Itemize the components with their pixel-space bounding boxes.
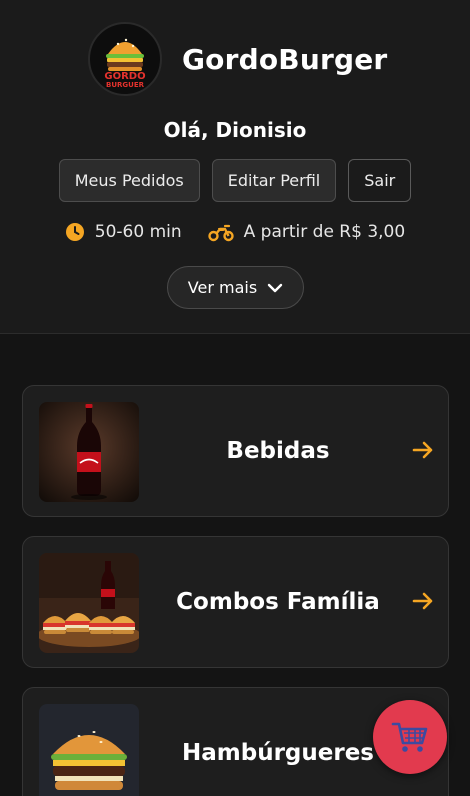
cart-button[interactable] — [373, 700, 447, 774]
shopping-cart-icon — [391, 722, 428, 752]
delivery-fee-text: A partir de R$ 3,00 — [243, 222, 406, 242]
arrow-right-icon — [412, 592, 433, 610]
category-label: Hambúrgueres — [182, 740, 374, 766]
my-orders-button[interactable]: Meus Pedidos — [58, 159, 200, 202]
category-label: Bebidas — [226, 438, 330, 464]
store-name: GordoBurger — [182, 42, 388, 76]
see-more-button[interactable]: Ver mais — [167, 266, 304, 309]
arrow-right-icon — [412, 441, 433, 459]
account-actions: Meus Pedidos Editar Perfil Sair — [0, 159, 470, 202]
delivery-fee: A partir de R$ 3,00 — [207, 222, 406, 242]
burger-image — [39, 704, 139, 796]
delivery-time: 50-60 min — [65, 222, 182, 242]
store-header: GORDO BURGUER GordoBurger Olá, Dionisio … — [0, 0, 470, 334]
delivery-info: 50-60 min A partir de R$ 3,00 — [0, 222, 470, 242]
see-more-label: Ver mais — [187, 278, 258, 297]
family-combo-image — [39, 553, 139, 653]
soda-bottle-image — [39, 402, 139, 502]
logo-text-burguer: BURGUER — [105, 81, 144, 89]
category-card-combos-familia[interactable]: Combos Família — [22, 536, 449, 668]
chevron-down-icon — [267, 283, 283, 292]
delivery-time-text: 50-60 min — [94, 222, 182, 242]
logout-button[interactable]: Sair — [348, 159, 412, 202]
category-label: Combos Família — [176, 589, 380, 615]
brand-row: GORDO BURGUER GordoBurger — [88, 22, 387, 96]
clock-icon — [65, 223, 84, 241]
category-card-bebidas[interactable]: Bebidas — [22, 385, 449, 517]
motorcycle-icon — [207, 224, 234, 242]
user-greeting: Olá, Dionisio — [163, 118, 307, 142]
edit-profile-button[interactable]: Editar Perfil — [211, 159, 337, 202]
store-logo: GORDO BURGUER — [88, 22, 162, 96]
